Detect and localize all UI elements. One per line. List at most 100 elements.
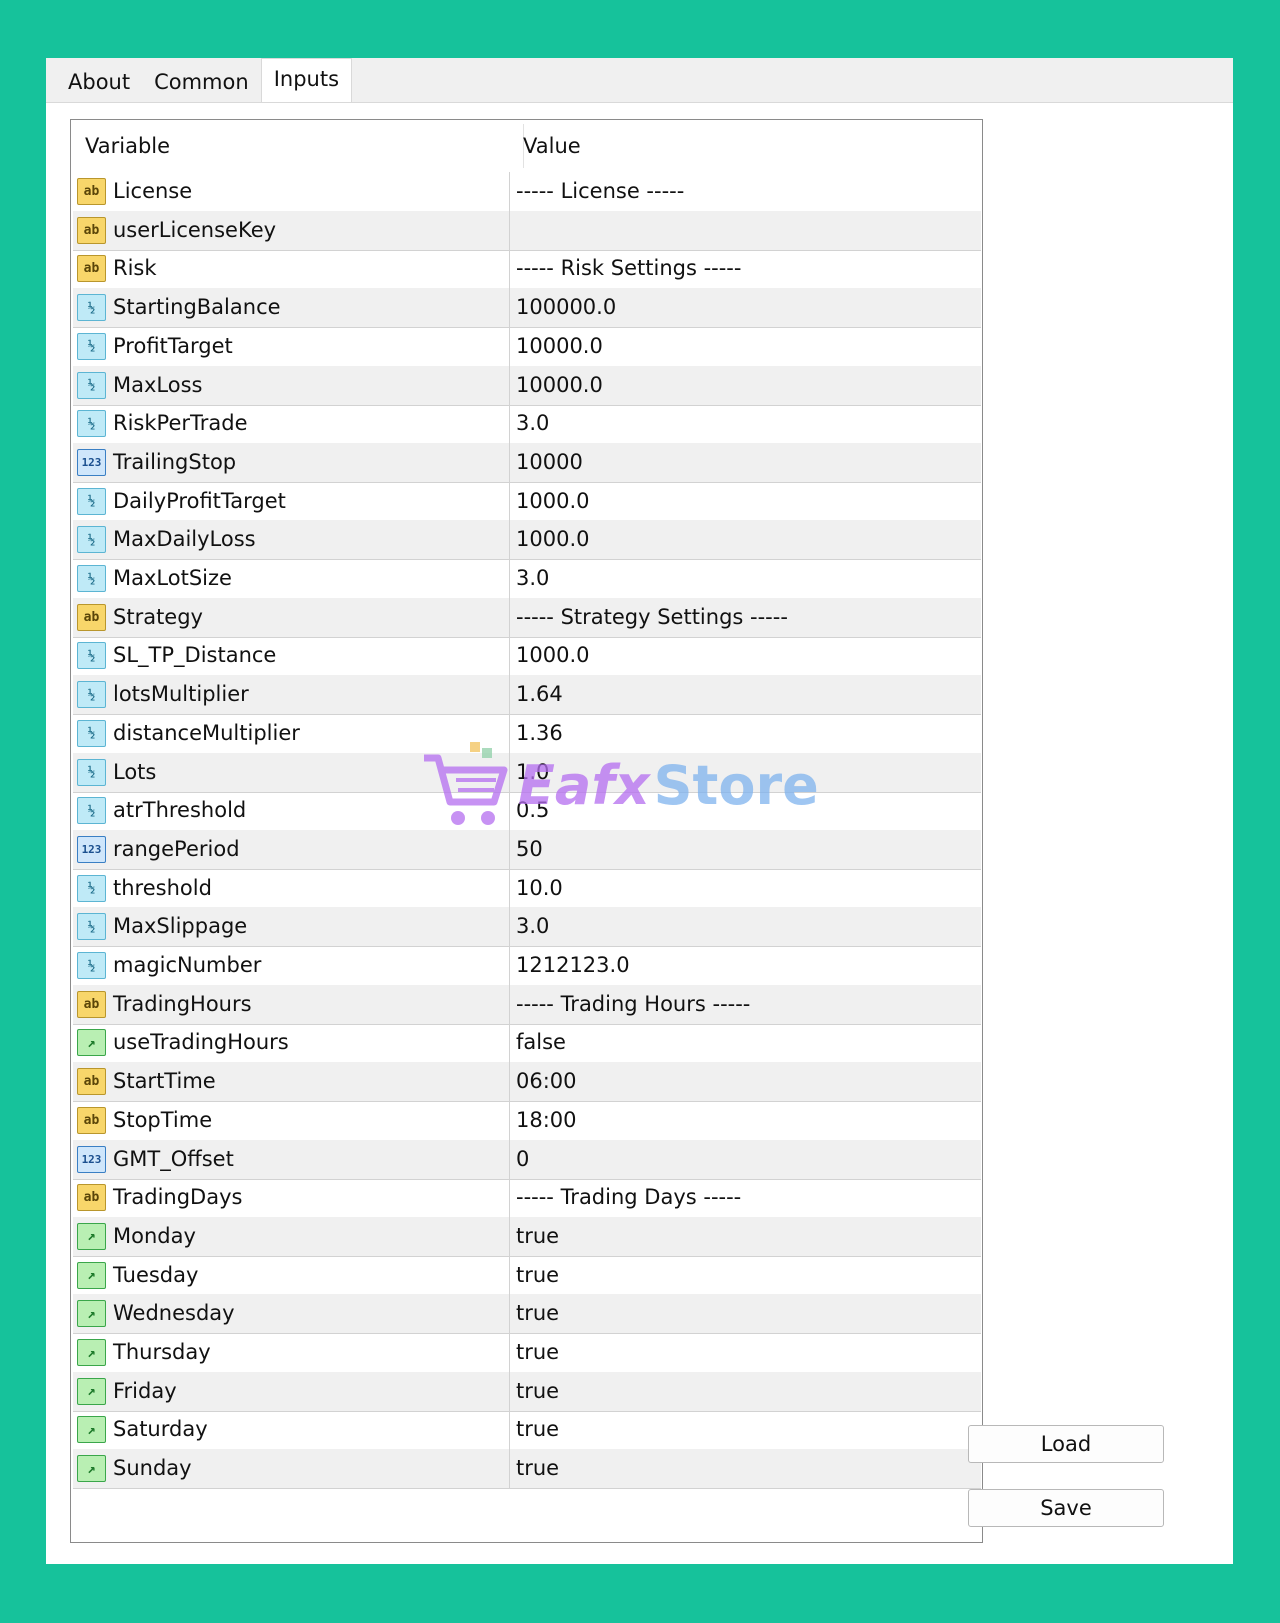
variable-name: RiskPerTrade bbox=[113, 411, 248, 436]
boolean-icon: ↗ bbox=[77, 1416, 106, 1444]
grid-header: Variable Value bbox=[71, 120, 982, 172]
variable-value[interactable]: 10000.0 bbox=[516, 327, 603, 366]
double-icon: ½ bbox=[77, 332, 106, 360]
table-row[interactable]: ab userLicenseKey bbox=[73, 210, 981, 251]
variable-value[interactable]: true bbox=[516, 1294, 559, 1333]
variable-value[interactable]: ----- Trading Hours ----- bbox=[516, 985, 750, 1024]
table-row[interactable]: ½ MaxSlippage 3.0 bbox=[73, 907, 981, 948]
double-icon: ½ bbox=[77, 526, 106, 554]
table-row[interactable]: ½ Lots 1.0 bbox=[73, 752, 981, 793]
variable-value[interactable]: ----- Risk Settings ----- bbox=[516, 249, 741, 288]
table-row[interactable]: 123 TrailingStop 10000 bbox=[73, 442, 981, 483]
variable-value[interactable]: 1000.0 bbox=[516, 636, 589, 675]
table-row[interactable]: ½ DailyProfitTarget 1000.0 bbox=[73, 481, 981, 522]
double-icon: ½ bbox=[77, 952, 106, 979]
variable-value[interactable]: 50 bbox=[516, 830, 543, 869]
column-divider bbox=[509, 868, 510, 909]
variable-name: Sunday bbox=[113, 1456, 192, 1481]
column-divider bbox=[509, 172, 510, 212]
table-row[interactable]: ½ MaxDailyLoss 1000.0 bbox=[73, 520, 981, 561]
table-row[interactable]: ½ ProfitTarget 10000.0 bbox=[73, 326, 981, 367]
variable-value[interactable]: 10.0 bbox=[516, 869, 563, 908]
column-header-variable[interactable]: Variable bbox=[85, 120, 170, 172]
variable-value[interactable]: 100000.0 bbox=[516, 288, 616, 327]
variable-value[interactable]: true bbox=[516, 1256, 559, 1295]
table-row[interactable]: ½ threshold 10.0 bbox=[73, 868, 981, 909]
table-row[interactable]: ab TradingHours ----- Trading Hours ----- bbox=[73, 984, 981, 1025]
save-button[interactable]: Save bbox=[968, 1489, 1164, 1527]
table-row[interactable]: ab StartTime 06:00 bbox=[73, 1062, 981, 1103]
table-row[interactable]: 123 rangePeriod 50 bbox=[73, 829, 981, 870]
table-row[interactable]: ½ lotsMultiplier 1.64 bbox=[73, 675, 981, 716]
tab-inputs[interactable]: Inputs bbox=[260, 58, 353, 103]
variable-value[interactable]: 1212123.0 bbox=[516, 946, 630, 985]
table-row[interactable]: ½ atrThreshold 0.5 bbox=[73, 791, 981, 832]
tab-common[interactable]: Common bbox=[142, 62, 261, 102]
variable-name: TrailingStop bbox=[113, 449, 237, 474]
table-row[interactable]: ½ magicNumber 1212123.0 bbox=[73, 946, 981, 986]
variable-value[interactable]: 0.5 bbox=[516, 791, 549, 830]
variable-value[interactable]: 10000.0 bbox=[516, 366, 603, 405]
table-row[interactable]: ↗ Saturday true bbox=[73, 1410, 981, 1451]
column-divider bbox=[509, 907, 510, 948]
table-row[interactable]: ↗ Tuesday true bbox=[73, 1255, 981, 1296]
variable-value[interactable]: true bbox=[516, 1333, 559, 1372]
table-row[interactable]: ab Risk ----- Risk Settings ----- bbox=[73, 249, 981, 290]
variable-value[interactable]: 06:00 bbox=[516, 1062, 577, 1101]
table-row[interactable]: ½ RiskPerTrade 3.0 bbox=[73, 404, 981, 445]
variable-name: Risk bbox=[113, 256, 157, 281]
column-divider bbox=[509, 1139, 510, 1180]
variable-value[interactable]: 18:00 bbox=[516, 1101, 577, 1140]
table-row[interactable]: ½ StartingBalance 100000.0 bbox=[73, 288, 981, 329]
table-row[interactable]: ½ SL_TP_Distance 1000.0 bbox=[73, 636, 981, 677]
variable-value[interactable]: true bbox=[516, 1217, 559, 1256]
variable-name: Saturday bbox=[113, 1417, 208, 1442]
double-icon: ½ bbox=[77, 758, 106, 786]
string-icon: ab bbox=[77, 1068, 106, 1096]
string-icon: ab bbox=[77, 1106, 106, 1134]
table-row[interactable]: ab License ----- License ----- bbox=[73, 172, 981, 212]
table-row[interactable]: ↗ useTradingHours false bbox=[73, 1023, 981, 1064]
variable-value[interactable]: ----- Strategy Settings ----- bbox=[516, 598, 788, 637]
table-row[interactable]: ½ distanceMultiplier 1.36 bbox=[73, 713, 981, 754]
integer-icon: 123 bbox=[77, 835, 106, 863]
table-row[interactable]: ↗ Monday true bbox=[73, 1216, 981, 1257]
column-divider bbox=[509, 365, 510, 406]
table-row[interactable]: ab StopTime 18:00 bbox=[73, 1100, 981, 1141]
variable-value[interactable]: 1.0 bbox=[516, 753, 549, 792]
table-row[interactable]: ab Strategy ----- Strategy Settings ----- bbox=[73, 597, 981, 638]
variable-value[interactable]: ----- License ----- bbox=[516, 172, 684, 211]
tab-about[interactable]: About bbox=[56, 62, 142, 102]
variable-value[interactable]: 3.0 bbox=[516, 559, 549, 598]
variable-name: Strategy bbox=[113, 604, 203, 629]
variable-value[interactable]: 3.0 bbox=[516, 404, 549, 443]
variable-value[interactable]: 1.64 bbox=[516, 675, 563, 714]
table-row[interactable]: ab TradingDays ----- Trading Days ----- bbox=[73, 1178, 981, 1219]
table-row[interactable]: 123 GMT_Offset 0 bbox=[73, 1139, 981, 1180]
column-divider bbox=[509, 597, 510, 638]
variable-value[interactable]: true bbox=[516, 1410, 559, 1449]
table-row[interactable]: ↗ Wednesday true bbox=[73, 1294, 981, 1335]
variable-value[interactable]: 3.0 bbox=[516, 907, 549, 946]
variable-name: userLicenseKey bbox=[113, 217, 277, 242]
column-divider bbox=[509, 559, 510, 599]
variable-value[interactable]: 10000 bbox=[516, 443, 583, 482]
column-divider bbox=[509, 326, 510, 367]
variable-value[interactable]: 0 bbox=[516, 1140, 529, 1179]
column-divider bbox=[509, 288, 510, 329]
table-row[interactable]: ↗ Friday true bbox=[73, 1371, 981, 1412]
variable-value[interactable]: true bbox=[516, 1372, 559, 1411]
table-row[interactable]: ↗ Thursday true bbox=[73, 1333, 981, 1373]
string-icon: ab bbox=[77, 216, 106, 244]
table-row[interactable]: ½ MaxLotSize 3.0 bbox=[73, 559, 981, 599]
variable-value[interactable]: true bbox=[516, 1449, 559, 1488]
table-row[interactable]: ½ MaxLoss 10000.0 bbox=[73, 365, 981, 406]
variable-value[interactable]: 1000.0 bbox=[516, 520, 589, 559]
load-button[interactable]: Load bbox=[968, 1425, 1164, 1463]
column-header-value[interactable]: Value bbox=[523, 120, 581, 172]
variable-value[interactable]: 1.36 bbox=[516, 714, 563, 753]
variable-value[interactable]: 1000.0 bbox=[516, 482, 589, 521]
variable-value[interactable]: ----- Trading Days ----- bbox=[516, 1178, 741, 1217]
table-row[interactable]: ↗ Sunday true bbox=[73, 1449, 981, 1490]
variable-value[interactable]: false bbox=[516, 1023, 566, 1062]
